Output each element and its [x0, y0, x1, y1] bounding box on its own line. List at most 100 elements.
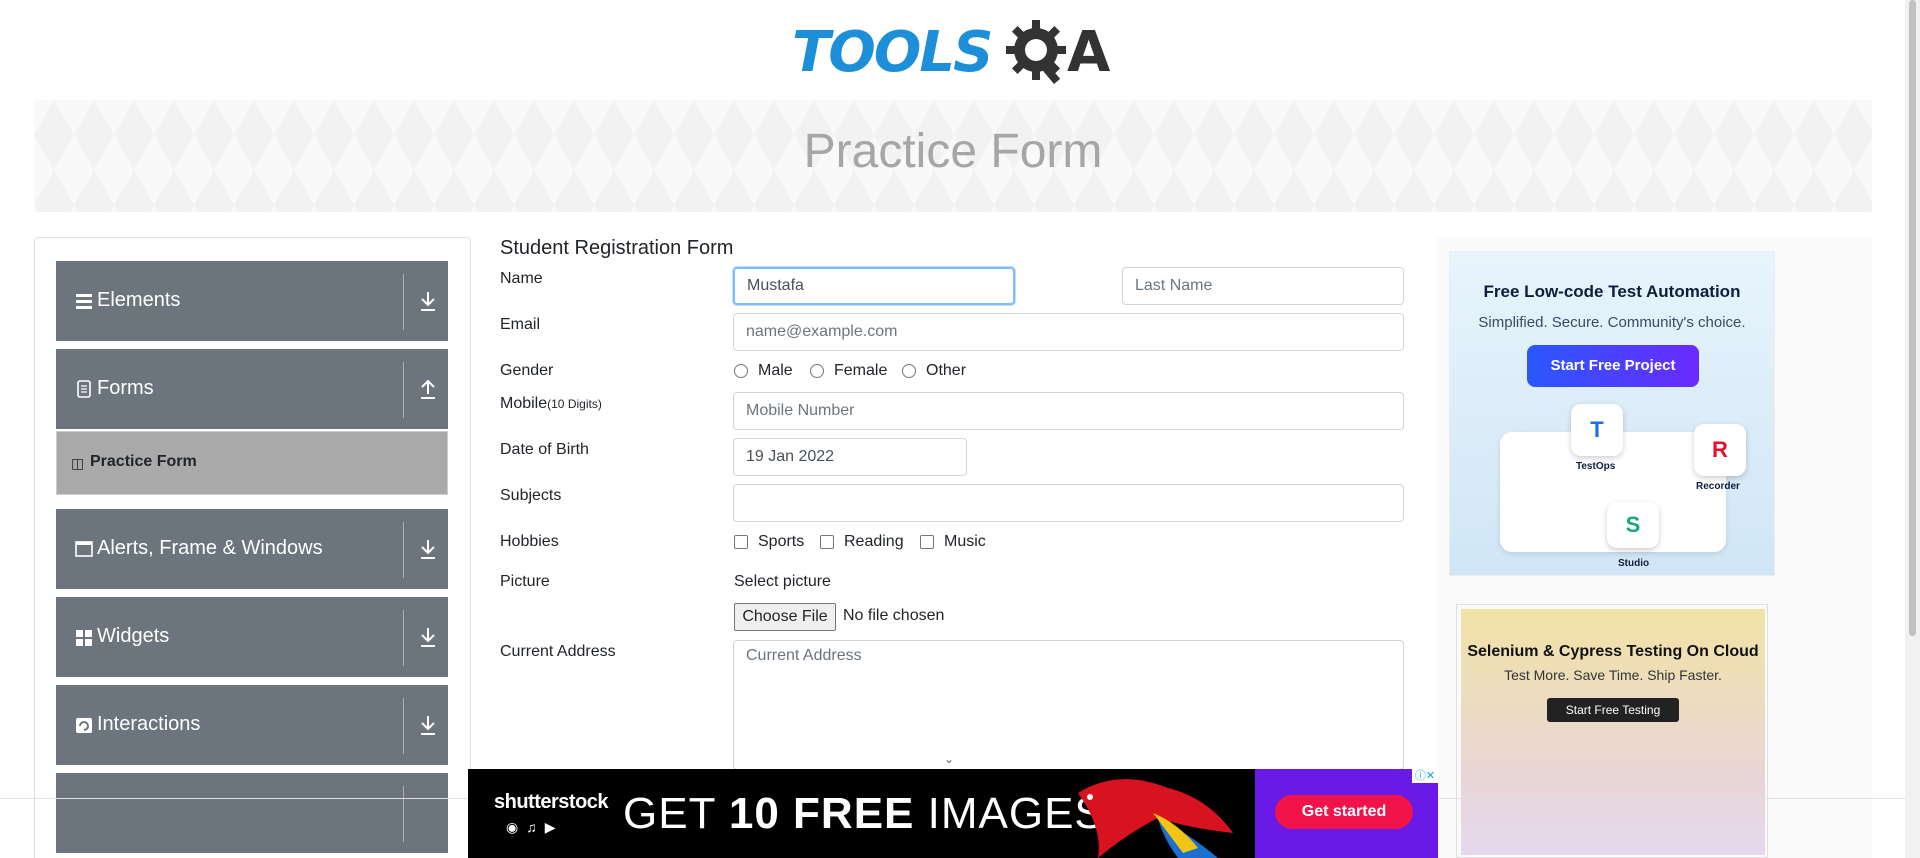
hobby-checkbox-reading[interactable]: Reading [820, 533, 904, 551]
start-free-project-button[interactable]: Start Free Project [1527, 345, 1699, 387]
sidebar-group-interactions[interactable]: Interactions [56, 685, 448, 765]
mobile-label: Mobile(10 Digits) [500, 395, 602, 413]
ad-headline: GET 10 FREE IMAGES [623, 789, 1105, 839]
sidebar-group-label: Alerts, Frame & Windows [97, 537, 323, 559]
divider [403, 610, 404, 666]
name-label: Name [500, 270, 543, 287]
checkbox-label: Sports [758, 533, 805, 550]
get-started-button[interactable]: Get started [1275, 795, 1413, 829]
widgets-icon [76, 630, 92, 646]
dob-label: Date of Birth [500, 441, 589, 458]
page-title: Practice Form [803, 125, 1103, 178]
scrollbar-thumb[interactable] [1909, 0, 1916, 636]
divider [403, 522, 404, 578]
choose-file-button[interactable]: Choose File [734, 603, 836, 631]
ad-cta-area: Get started [1255, 769, 1438, 858]
radio-button[interactable] [902, 364, 916, 378]
first-name-input[interactable] [733, 267, 1015, 305]
ad-subtitle: Simplified. Secure. Community's choice. [1478, 314, 1746, 331]
radio-label: Other [926, 362, 967, 379]
parrot-image [1078, 779, 1233, 858]
recorder-icon: R [1694, 424, 1746, 476]
ad-subtitle: Test More. Save Time. Ship Faster. [1504, 667, 1722, 683]
divider [403, 786, 404, 842]
start-free-testing-button[interactable]: Start Free Testing [1547, 698, 1679, 722]
radio-label: Female [834, 362, 888, 379]
toolsqa-logo[interactable]: TOOLS A [792, 16, 1116, 90]
sidebar-group-next[interactable] [56, 773, 448, 853]
divider [403, 698, 404, 754]
download-arrow-icon [421, 716, 435, 735]
subjects-input[interactable] [733, 484, 1404, 522]
current-address-input[interactable] [733, 640, 1404, 770]
hobbies-label: Hobbies [500, 533, 559, 550]
hobby-checkbox-sports[interactable]: Sports [734, 533, 804, 551]
sidebar-group-label: Interactions [97, 713, 201, 735]
sidebar-group-forms[interactable]: Forms [56, 349, 448, 429]
chevron-down-icon: ⌄ [944, 752, 955, 766]
download-arrow-icon [421, 292, 435, 311]
ad-title: Free Low-code Test Automation [1483, 282, 1741, 301]
ad-background: Selenium & Cypress Testing On Cloud Test… [1461, 609, 1765, 855]
radio-button[interactable] [734, 364, 748, 378]
checkbox[interactable] [920, 535, 934, 549]
mobile-input[interactable] [733, 392, 1404, 430]
last-name-input[interactable] [1122, 267, 1404, 305]
sidebar-group-label: Elements [97, 289, 181, 311]
picture-label: Picture [500, 573, 550, 590]
form-title: Student Registration Form [500, 237, 734, 259]
sidebar-item-label: Practice Form [90, 453, 197, 470]
sidebar-group-label: Widgets [97, 625, 170, 647]
checkbox-label: Reading [844, 533, 904, 550]
ad-choices-icon[interactable]: ⓘ✕ [1412, 769, 1438, 783]
document-icon [77, 380, 91, 398]
checkbox[interactable] [820, 535, 834, 549]
sidebar-group-alerts[interactable]: Alerts, Frame & Windows [56, 509, 448, 589]
mobile-label-text: Mobile [500, 395, 548, 412]
sidebar-group-label: Forms [97, 377, 154, 399]
shutterstock-logo: shutterstock [494, 791, 609, 813]
ad-title: Selenium & Cypress Testing On Cloud [1467, 643, 1759, 660]
file-status: No file chosen [843, 607, 945, 624]
date-of-birth-input[interactable] [733, 438, 967, 476]
radio-button[interactable] [810, 364, 824, 378]
gender-radio-male[interactable]: Male [734, 362, 793, 380]
divider [403, 362, 404, 418]
headline-part: GET [623, 789, 729, 838]
sidebar: Elements Forms ◫ Practice Form Alerts, F… [34, 237, 471, 858]
ad-tag: Recorder [1696, 481, 1740, 492]
radio-label: Male [758, 362, 793, 379]
address-label: Current Address [500, 643, 616, 660]
form-icon: ◫ [71, 455, 85, 471]
ad-tag: TestOps [1576, 461, 1616, 472]
gender-radio-other[interactable]: Other [902, 362, 966, 380]
subjects-label: Subjects [500, 487, 562, 504]
list-icon [76, 294, 92, 309]
window-icon [75, 541, 93, 557]
studio-icon: S [1607, 502, 1659, 548]
download-arrow-icon [421, 628, 435, 647]
email-input[interactable] [733, 313, 1404, 351]
divider [403, 274, 404, 330]
sidebar-group-elements[interactable]: Elements [56, 261, 448, 341]
logo-suffix: A [1067, 20, 1111, 85]
download-arrow-icon [421, 540, 435, 559]
page-banner: Practice Form [34, 100, 1872, 212]
gender-label: Gender [500, 362, 554, 379]
mobile-hint: (10 Digits) [547, 397, 602, 411]
checkbox-label: Music [944, 533, 986, 550]
shutterstock-ad[interactable]: shutterstock ◉♫▶ GET 10 FREE IMAGES Get … [468, 769, 1438, 858]
logo-text: TOOLS [792, 20, 993, 85]
sidebar-group-widgets[interactable]: Widgets [56, 597, 448, 677]
lambdatest-ad[interactable]: Selenium & Cypress Testing On Cloud Test… [1456, 604, 1768, 858]
gear-icon [1006, 20, 1066, 84]
katalon-ad[interactable]: Free Low-code Test Automation Simplified… [1449, 251, 1775, 576]
sidebar-item-practice-form[interactable]: ◫ Practice Form [56, 431, 448, 495]
checkbox[interactable] [734, 535, 748, 549]
media-icons: ◉♫▶ [506, 819, 564, 835]
upload-arrow-icon [421, 379, 435, 399]
hobby-checkbox-music[interactable]: Music [920, 533, 986, 551]
interactions-icon [76, 718, 92, 733]
gender-radio-female[interactable]: Female [810, 362, 887, 380]
email-label: Email [500, 316, 541, 333]
